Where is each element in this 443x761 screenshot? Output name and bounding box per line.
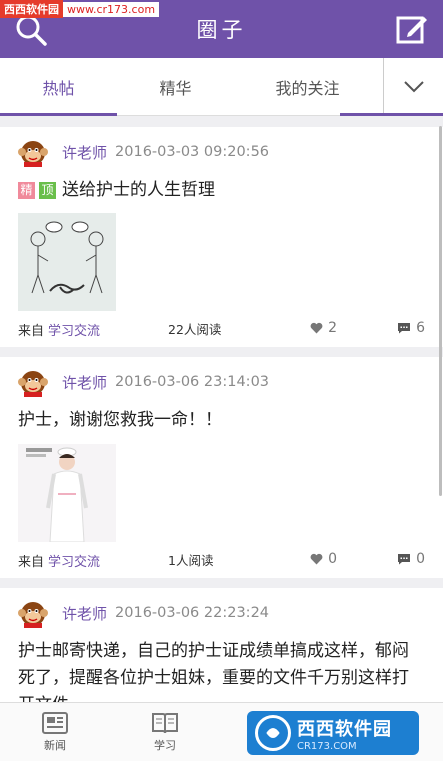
- like-count: 0: [328, 551, 337, 567]
- post-feed[interactable]: 许老师 2016-03-03 09:20:56 精 顶 送给护士的人生哲理 来自…: [0, 117, 443, 702]
- tab-bar: 热帖 精华 我的关注: [0, 58, 443, 116]
- tab-following[interactable]: 我的关注: [234, 58, 381, 115]
- post-body[interactable]: 护士，谢谢您救我一命！！: [18, 407, 425, 434]
- chevron-down-icon: [403, 80, 424, 92]
- feed-scrollbar[interactable]: [439, 126, 442, 496]
- post-author[interactable]: 许老师: [62, 142, 107, 163]
- search-icon[interactable]: [14, 13, 48, 47]
- post-time: 2016-03-06 23:14:03: [115, 374, 270, 390]
- tab-hot[interactable]: 热帖: [0, 58, 117, 116]
- tab-hot-label: 热帖: [42, 78, 75, 98]
- watermark-brand: 西西软件园: [0, 0, 63, 18]
- source-group-link[interactable]: 学习交流: [48, 551, 100, 570]
- source-label: 来自: [18, 554, 45, 570]
- source-label: 来自: [18, 323, 45, 339]
- comment-count: 0: [416, 551, 425, 567]
- heart-icon: [310, 322, 323, 334]
- watermark-top: 西西软件园 www.cr173.com: [0, 0, 160, 18]
- source-group-link[interactable]: 学习交流: [48, 320, 100, 339]
- page-title: 圈子: [196, 18, 247, 42]
- post-body[interactable]: 护士邮寄快递，自己的护士证成绩单搞成这样，郁闷死了，提醒各位护士姐妹，重要的文件…: [18, 638, 425, 702]
- news-icon: [42, 712, 68, 734]
- comment-icon: [398, 323, 411, 334]
- avatar[interactable]: [18, 137, 48, 167]
- post-author[interactable]: 许老师: [62, 603, 107, 624]
- post-card[interactable]: 许老师 2016-03-03 09:20:56 精 顶 送给护士的人生哲理 来自…: [0, 127, 443, 347]
- pinned-badge: 顶: [39, 181, 56, 199]
- nav-study[interactable]: 学习: [110, 703, 220, 761]
- watermark-domain: CR173.COM: [297, 740, 357, 752]
- read-count: 22人阅读: [168, 322, 222, 337]
- watermark-logo-icon: [255, 715, 291, 751]
- heart-icon: [310, 553, 323, 565]
- post-card[interactable]: 许老师 2016-03-06 23:14:03 护士，谢谢您救我一命！！ 来自 …: [0, 357, 443, 578]
- avatar[interactable]: [18, 598, 48, 628]
- tab-following-label: 我的关注: [275, 78, 340, 98]
- post-time: 2016-03-06 22:23:24: [115, 605, 270, 621]
- featured-badge: 精: [18, 181, 35, 199]
- post-card[interactable]: 许老师 2016-03-06 22:23:24 护士邮寄快递，自己的护士证成绩单…: [0, 588, 443, 702]
- watermark-url: www.cr173.com: [63, 1, 160, 17]
- tab-featured-label: 精华: [159, 78, 192, 98]
- read-count: 1人阅读: [168, 553, 214, 568]
- watermark-name: 西西软件园: [297, 718, 392, 740]
- tab-featured[interactable]: 精华: [117, 58, 234, 115]
- like-count: 2: [328, 320, 337, 336]
- comment-icon: [398, 554, 411, 565]
- nav-study-label: 学习: [154, 739, 176, 752]
- post-title-text: 送给护士的人生哲理: [62, 180, 215, 200]
- comment-button[interactable]: 0: [397, 551, 425, 567]
- like-button[interactable]: 0: [310, 551, 337, 567]
- post-image-nurse[interactable]: [18, 444, 116, 542]
- compose-icon[interactable]: [395, 12, 429, 46]
- comment-count: 6: [416, 320, 425, 336]
- nav-news[interactable]: 新闻: [0, 703, 110, 761]
- tab-dropdown-button[interactable]: [383, 58, 443, 115]
- nav-news-label: 新闻: [44, 739, 66, 752]
- post-time: 2016-03-03 09:20:56: [115, 144, 270, 160]
- comment-button[interactable]: 6: [397, 320, 425, 336]
- watermark-bottom: 西西软件园 CR173.COM: [247, 711, 419, 755]
- avatar[interactable]: [18, 367, 48, 397]
- book-icon: [152, 713, 178, 734]
- like-button[interactable]: 2: [310, 320, 337, 336]
- post-title[interactable]: 精 顶 送给护士的人生哲理: [18, 177, 425, 203]
- post-author[interactable]: 许老师: [62, 372, 107, 393]
- post-image-cartoon[interactable]: [18, 213, 116, 311]
